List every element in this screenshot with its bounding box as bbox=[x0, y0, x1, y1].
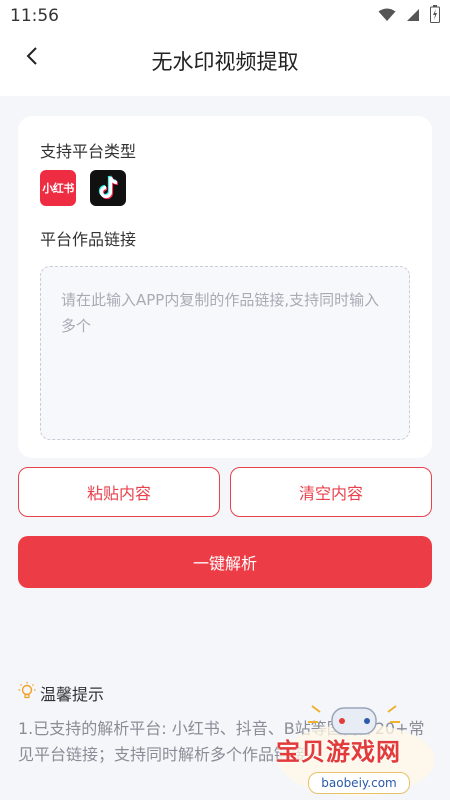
status-bar: 11:56 bbox=[0, 0, 450, 32]
paste-button[interactable]: 粘贴内容 bbox=[18, 467, 220, 517]
status-time: 11:56 bbox=[10, 6, 59, 26]
link-input[interactable]: 请在此输入APP内复制的作品链接,支持同时输入多个 bbox=[40, 266, 410, 440]
parse-button[interactable]: 一键解析 bbox=[18, 536, 432, 588]
platforms-label: 支持平台类型 bbox=[40, 142, 137, 161]
form-card: 支持平台类型 小红书 平台作品链接 请在此输入APP内复制的作品链接,支持同时输… bbox=[18, 116, 432, 458]
page-title: 无水印视频提取 bbox=[151, 50, 299, 74]
battery-icon bbox=[430, 5, 440, 27]
clear-button[interactable]: 清空内容 bbox=[230, 467, 432, 517]
xiaohongshu-icon-text: 小红书 bbox=[42, 182, 74, 195]
app-bar: 无水印视频提取 bbox=[0, 32, 450, 96]
link-label: 平台作品链接 bbox=[40, 230, 137, 249]
status-icons bbox=[378, 5, 440, 27]
wifi-icon bbox=[378, 7, 396, 26]
watermark: 宝贝游戏网 baobeiy.com bbox=[272, 700, 442, 800]
tips-header: 温馨提示 bbox=[18, 681, 104, 705]
watermark-text: 宝贝游戏网 bbox=[276, 738, 401, 766]
watermark-url: baobeiy.com bbox=[308, 772, 410, 794]
link-input-placeholder: 请在此输入APP内复制的作品链接,支持同时输入多个 bbox=[61, 291, 380, 335]
signal-icon bbox=[406, 7, 420, 26]
xiaohongshu-icon: 小红书 bbox=[40, 170, 76, 206]
tips-title: 温馨提示 bbox=[40, 685, 105, 704]
douyin-icon bbox=[90, 170, 126, 206]
lightbulb-icon bbox=[18, 681, 36, 705]
